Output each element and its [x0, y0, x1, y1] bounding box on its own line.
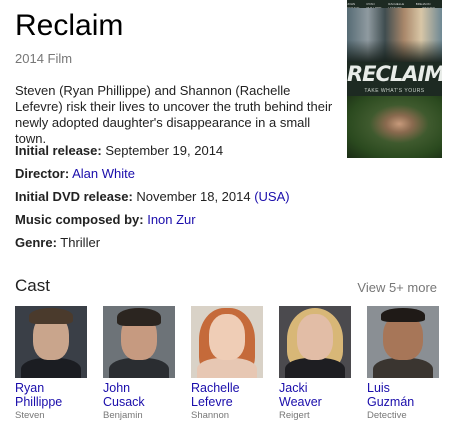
cast-name[interactable]: Luis Guzmán: [367, 381, 439, 409]
fact-label: Music composed by:: [15, 212, 144, 227]
poster-actors-image: [347, 8, 442, 62]
cast-member-ryan-phillippe[interactable]: Ryan Phillippe Steven: [15, 306, 87, 422]
cast-name[interactable]: Ryan Phillippe: [15, 381, 87, 409]
cast-role: Steven: [15, 410, 45, 421]
fact-label: Director:: [15, 166, 70, 181]
composer-link[interactable]: Inon Zur: [147, 212, 195, 227]
fact-label: Initial release:: [15, 143, 102, 158]
page-subtitle: 2014 Film: [15, 51, 73, 66]
cast-name[interactable]: Jacki Weaver: [279, 381, 351, 409]
fact-director: Director: Alan White: [15, 165, 290, 188]
poster-scene-image: [347, 96, 442, 158]
cast-heading: Cast: [15, 276, 50, 295]
movie-poster[interactable]: JOHN CUSACK RYAN PHILLIPPE RACHELLE LEFE…: [347, 0, 442, 158]
cast-photo[interactable]: [279, 306, 351, 378]
fact-value: Thriller: [60, 235, 101, 250]
cast-name[interactable]: Rachelle Lefevre: [191, 381, 263, 409]
page-title: Reclaim: [15, 9, 124, 42]
poster-tagline: TAKE WHAT'S YOURS: [364, 88, 425, 94]
cast-role: Reigert: [279, 410, 310, 421]
cast-member-rachelle-lefevre[interactable]: Rachelle Lefevre Shannon: [191, 306, 263, 422]
dvd-region-link[interactable]: (USA): [254, 189, 289, 204]
cast-role: Benjamin: [103, 410, 143, 421]
fact-music: Music composed by: Inon Zur: [15, 211, 290, 234]
cast-member-jacki-weaver[interactable]: Jacki Weaver Reigert: [279, 306, 351, 422]
fact-initial-release: Initial release: September 19, 2014: [15, 142, 290, 165]
fact-value: September 19, 2014: [105, 143, 224, 158]
view-more-cast-link[interactable]: View 5+ more: [357, 280, 437, 295]
fact-genre: Genre: Thriller: [15, 234, 290, 257]
cast-role: Detective: [367, 410, 407, 421]
cast-photo[interactable]: [15, 306, 87, 378]
fact-label: Genre:: [15, 235, 57, 250]
fact-label: Initial DVD release:: [15, 189, 133, 204]
cast-name[interactable]: John Cusack: [103, 381, 175, 409]
cast-photo[interactable]: [367, 306, 439, 378]
poster-title: RECLAIM: [347, 62, 442, 86]
cast-member-john-cusack[interactable]: John Cusack Benjamin: [103, 306, 175, 422]
cast-photo[interactable]: [191, 306, 263, 378]
director-link[interactable]: Alan White: [72, 166, 135, 181]
cast-photo[interactable]: [103, 306, 175, 378]
movie-description: Steven (Ryan Phillippe) and Shannon (Rac…: [15, 83, 333, 146]
cast-role: Shannon: [191, 410, 230, 421]
facts-list: Initial release: September 19, 2014 Dire…: [15, 142, 290, 257]
fact-value: November 18, 2014: [136, 189, 251, 204]
fact-dvd-release: Initial DVD release: November 18, 2014 (…: [15, 188, 290, 211]
cast-member-luis-guzman[interactable]: Luis Guzmán Detective: [367, 306, 439, 422]
